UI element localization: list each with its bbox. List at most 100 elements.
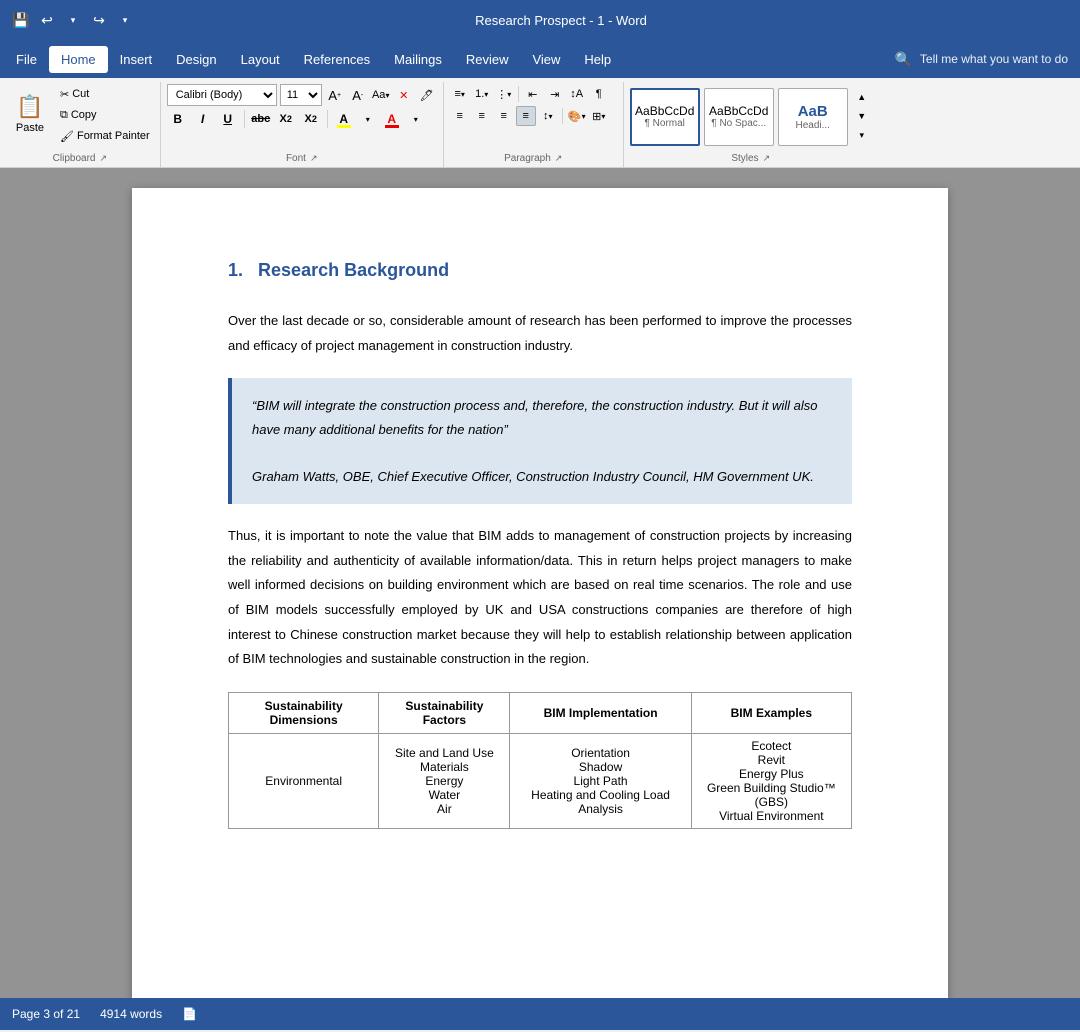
text-highlight-button[interactable]: A: [333, 108, 355, 130]
paragraph-expand-icon[interactable]: ↗: [555, 153, 563, 164]
font-expand-icon[interactable]: ↗: [310, 153, 318, 164]
redo-icon[interactable]: ↪: [90, 11, 108, 29]
underline-button[interactable]: U: [217, 108, 239, 130]
font-color-dropdown[interactable]: ▾: [406, 109, 426, 129]
paste-icon: 📋: [16, 94, 43, 120]
cut-button[interactable]: ✂ Cut: [56, 84, 154, 104]
show-hide-button[interactable]: ¶: [589, 84, 609, 104]
menu-review[interactable]: Review: [454, 46, 521, 73]
menu-layout[interactable]: Layout: [229, 46, 292, 73]
text-highlight-dropdown[interactable]: ▾: [358, 109, 378, 129]
format-painter-label: Format Painter: [77, 130, 150, 142]
justify-button[interactable]: ≡: [516, 106, 536, 126]
sort-button[interactable]: ↕A: [567, 84, 587, 104]
search-icon: 🔍: [894, 51, 911, 68]
font-content: Calibri (Body) 11 A+ A- Aa▾ ✕ 🖊 B I U: [165, 82, 439, 151]
save-icon[interactable]: 💾: [12, 11, 30, 29]
superscript-button[interactable]: X2: [300, 108, 322, 130]
menu-view[interactable]: View: [520, 46, 572, 73]
para-row2: ≡ ≡ ≡ ≡ ↕▾ 🎨▾ ⊞▾: [450, 106, 609, 126]
font-size-select[interactable]: 11: [280, 84, 322, 106]
font-color-button[interactable]: A: [381, 108, 403, 130]
subscript-button[interactable]: X2: [275, 108, 297, 130]
paragraph-2[interactable]: Thus, it is important to note the value …: [228, 524, 852, 672]
highlight-eraser-button[interactable]: 🖊: [417, 85, 437, 105]
strikethrough-button[interactable]: abc: [250, 108, 272, 130]
italic-button[interactable]: I: [192, 108, 214, 130]
table-header-dimensions: Sustainability Dimensions: [229, 693, 379, 734]
style-heading1[interactable]: AaB Headi...: [778, 88, 848, 146]
font-family-select[interactable]: Calibri (Body): [167, 84, 277, 106]
line-spacing-button[interactable]: ↕▾: [538, 106, 558, 126]
styles-expand-icon[interactable]: ↗: [763, 153, 771, 164]
menu-help[interactable]: Help: [572, 46, 623, 73]
increase-font-button[interactable]: A+: [325, 85, 345, 105]
tell-me-label[interactable]: Tell me what you want to do: [920, 52, 1068, 66]
table-cell-examples: Ecotect Revit Energy Plus Green Building…: [691, 734, 851, 829]
status-bar: Page 3 of 21 4914 words 📄: [0, 998, 1080, 1030]
styles-scroll-up[interactable]: ▲: [852, 88, 872, 107]
clipboard-group: 📋 Paste ✂ Cut ⧉ Copy 🖌 Format Painter: [0, 82, 161, 167]
page-info: Page 3 of 21: [12, 1007, 80, 1021]
menu-design[interactable]: Design: [164, 46, 228, 73]
paste-label: Paste: [16, 122, 44, 134]
increase-indent-button[interactable]: ⇥: [545, 84, 565, 104]
align-center-button[interactable]: ≡: [472, 106, 492, 126]
heading-text: Research Background: [258, 260, 449, 280]
paste-button[interactable]: 📋 Paste: [6, 84, 54, 144]
styles-expand[interactable]: ▾: [852, 126, 872, 145]
bullets-button[interactable]: ≡▾: [450, 84, 470, 104]
style-normal[interactable]: AaBbCcDd ¶ Normal: [630, 88, 700, 146]
title-bar-left: 💾 ↩ ▾ ↪ ▾: [12, 11, 134, 29]
para-row1: ≡▾ 1.▾ ⋮▾ ⇤ ⇥ ↕A ¶: [450, 84, 609, 104]
numbering-button[interactable]: 1.▾: [472, 84, 492, 104]
ribbon: 📋 Paste ✂ Cut ⧉ Copy 🖌 Format Painter: [0, 78, 1080, 168]
font-divider: [244, 110, 245, 128]
menu-insert[interactable]: Insert: [108, 46, 165, 73]
menu-file[interactable]: File: [4, 46, 49, 73]
font-controls: Calibri (Body) 11 A+ A- Aa▾ ✕ 🖊 B I U: [167, 84, 437, 130]
table-cell-implementation: Orientation Shadow Light Path Heating an…: [510, 734, 691, 829]
quote-attribution: Graham Watts, OBE, Chief Executive Offic…: [252, 465, 832, 488]
para-controls: ≡▾ 1.▾ ⋮▾ ⇤ ⇥ ↕A ¶ ≡ ≡ ≡ ≡ ↕▾ 🎨▾: [450, 84, 609, 126]
word-count: 4914 words: [100, 1007, 162, 1021]
decrease-font-button[interactable]: A-: [348, 85, 368, 105]
style-heading-label: Headi...: [795, 120, 829, 131]
qat-dropdown-icon[interactable]: ▾: [116, 11, 134, 29]
table-row: Environmental Site and Land Use Material…: [229, 734, 852, 829]
style-no-spacing[interactable]: AaBbCcDd ¶ No Spac...: [704, 88, 774, 146]
document-heading: 1. Research Background: [228, 260, 852, 281]
menu-references[interactable]: References: [292, 46, 382, 73]
para-divider1: [518, 86, 519, 102]
document-area[interactable]: 1. Research Background Over the last dec…: [0, 168, 1080, 998]
font-row2: B I U abc X2 X2 A ▾ A: [167, 108, 437, 130]
menu-mailings[interactable]: Mailings: [382, 46, 454, 73]
multilevel-list-button[interactable]: ⋮▾: [494, 84, 514, 104]
style-nospace-label: ¶ No Spac...: [711, 118, 766, 129]
borders-button[interactable]: ⊞▾: [589, 106, 609, 126]
format-painter-button[interactable]: 🖌 Format Painter: [56, 126, 154, 146]
align-right-button[interactable]: ≡: [494, 106, 514, 126]
track-changes-icon[interactable]: 📄: [182, 1007, 197, 1021]
copy-button[interactable]: ⧉ Copy: [56, 105, 154, 125]
quote-block: “BIM will integrate the construction pro…: [228, 378, 852, 504]
clipboard-label: Clipboard ↗: [4, 151, 156, 167]
table-header-implementation: BIM Implementation: [510, 693, 691, 734]
paragraph-content: ≡▾ 1.▾ ⋮▾ ⇤ ⇥ ↕A ¶ ≡ ≡ ≡ ≡ ↕▾ 🎨▾: [448, 82, 619, 151]
styles-scroll-down[interactable]: ▼: [852, 107, 872, 126]
paragraph-1[interactable]: Over the last decade or so, considerable…: [228, 309, 852, 358]
cut-label: Cut: [72, 88, 89, 100]
para-divider2: [562, 108, 563, 124]
menu-home[interactable]: Home: [49, 46, 108, 73]
decrease-indent-button[interactable]: ⇤: [523, 84, 543, 104]
undo-icon[interactable]: ↩: [38, 11, 56, 29]
bold-button[interactable]: B: [167, 108, 189, 130]
style-heading-preview: AaB: [798, 103, 828, 120]
shading-button[interactable]: 🎨▾: [567, 106, 587, 126]
clipboard-expand-icon[interactable]: ↗: [99, 153, 107, 164]
clear-format-button[interactable]: ✕: [394, 85, 414, 105]
font-group: Calibri (Body) 11 A+ A- Aa▾ ✕ 🖊 B I U: [161, 82, 444, 167]
change-case-button[interactable]: Aa▾: [371, 85, 391, 105]
undo-dropdown-icon[interactable]: ▾: [64, 11, 82, 29]
align-left-button[interactable]: ≡: [450, 106, 470, 126]
